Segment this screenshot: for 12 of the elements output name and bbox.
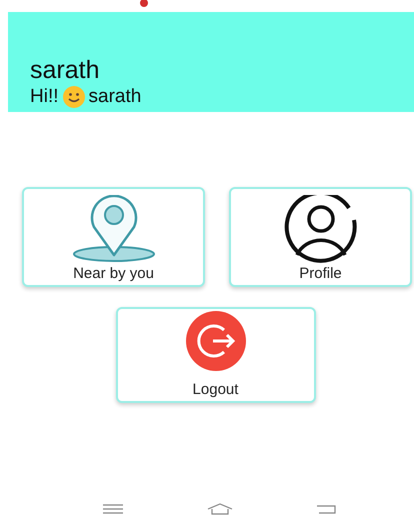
logout-icon bbox=[186, 311, 246, 371]
menu-tile[interactable]: Near by you bbox=[22, 187, 205, 287]
menu-icon[interactable] bbox=[103, 504, 123, 514]
notification-icon bbox=[140, 0, 148, 7]
greeting-text: Hi!! bbox=[30, 86, 58, 108]
user-name: sarath bbox=[30, 55, 100, 85]
menu-tile[interactable]: Profile bbox=[229, 187, 412, 287]
greeting-name: sarath bbox=[88, 86, 142, 108]
back-icon[interactable] bbox=[316, 504, 336, 514]
smiley-icon bbox=[62, 85, 86, 109]
menu-tile[interactable]: Logout bbox=[116, 307, 316, 403]
home-icon[interactable] bbox=[206, 503, 232, 515]
